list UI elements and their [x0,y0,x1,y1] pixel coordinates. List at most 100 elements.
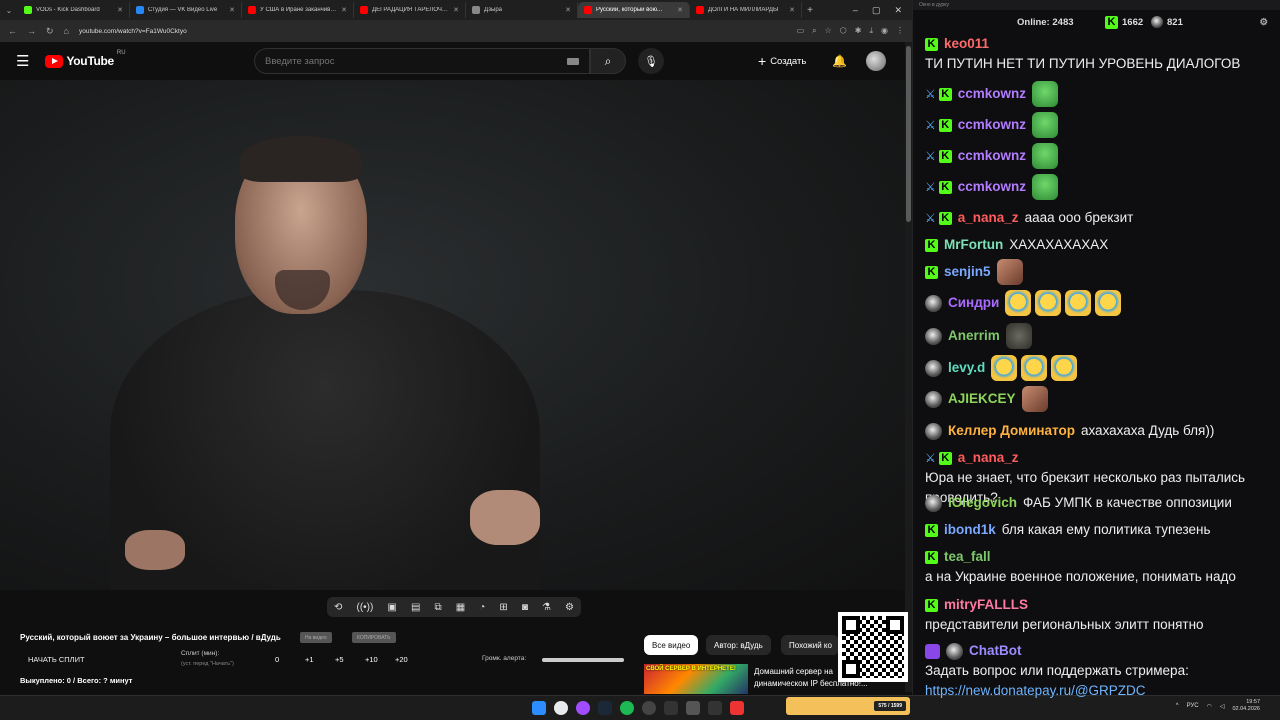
screenshot-camera-icon[interactable]: ◙ [522,602,528,613]
app-icon[interactable] [730,701,744,715]
home-icon[interactable]: ⌂ [64,26,69,36]
tab-close-icon[interactable]: ✕ [341,6,347,14]
chat-username[interactable]: ccmkownz [958,146,1026,166]
chip-all-videos[interactable]: Все видео [644,635,699,655]
audio-wave-icon[interactable]: ((•)) [357,602,374,613]
reload-icon[interactable]: ↻ [46,26,54,37]
chat-username[interactable]: Келлер Доминатор [948,421,1075,441]
cast-icon[interactable]: ▭ [797,26,805,36]
tray-chevron-icon[interactable]: ^ [1176,703,1179,709]
start-split-button[interactable]: НАЧАТЬ СПЛИТ [28,655,85,664]
obs-icon[interactable] [642,701,656,715]
browser-tab[interactable]: ДЕГРАДАЦИЯ ТАРЕЛОЧНИ... ✕ [354,2,466,18]
cinema-icon[interactable]: ▣ [387,602,396,613]
account-avatar[interactable] [866,51,886,71]
profile-icon[interactable]: ◉ [881,26,888,36]
chat-username[interactable]: AJIEKCEY [948,389,1016,409]
chat-username[interactable]: ccmkownz [958,84,1026,104]
tab-search-icon[interactable]: ⌄ [0,6,18,15]
hamburger-menu-icon[interactable]: ☰ [16,52,29,70]
steam-icon[interactable] [598,701,612,715]
tab-close-icon[interactable]: ✕ [117,6,123,14]
youtube-logo[interactable]: YouTube RU [45,50,126,68]
chat-username[interactable]: ChatBot [969,641,1022,661]
app-icon[interactable] [576,701,590,715]
picture-in-picture-icon[interactable]: ⧉ [434,602,441,613]
chip-author[interactable]: Автор: вДудь [706,635,771,655]
chat-username[interactable]: mitryFALLLS [944,595,1028,615]
chat-username[interactable]: IOlegovich [948,493,1017,513]
zoom-icon[interactable]: ⌕ [812,26,816,36]
bookmark-star-icon[interactable]: ☆ [825,26,832,36]
minimize-icon[interactable]: – [853,5,858,16]
chat-username[interactable]: MrFortun [944,235,1003,255]
loop-icon[interactable]: ⟲ [334,602,342,613]
app-icon[interactable] [708,701,722,715]
film-icon[interactable]: ▤ [411,602,420,613]
chat-username[interactable]: a_nana_z [958,208,1019,228]
maximize-icon[interactable]: ▢ [872,5,881,16]
clock[interactable]: 19:57 02.04.2026 [1232,699,1260,713]
chat-settings-gear-icon[interactable]: ⚙ [1259,17,1268,28]
browser-tab[interactable]: Русский, который вою... ✕ [578,2,690,18]
download-icon[interactable]: ⤓ [869,26,873,36]
notifications-bell-icon[interactable]: 🔔 [832,54,847,68]
split-plus-1[interactable]: +1 [305,655,335,664]
chat-username[interactable]: levy.d [948,358,985,378]
start-windows-icon[interactable] [532,701,546,715]
split-plus-20[interactable]: +20 [395,655,425,664]
video-player[interactable] [0,80,905,590]
extension-icon[interactable]: ⬡ [840,26,847,36]
app-icon[interactable] [686,701,700,715]
chat-username[interactable]: senjin5 [944,262,991,282]
menu-dots-icon[interactable]: ⋮ [896,26,904,36]
language-indicator[interactable]: РУС [1187,703,1199,709]
scrollbar-thumb[interactable] [906,46,911,222]
chat-username[interactable]: tea_fall [944,547,991,567]
tab-close-icon[interactable]: ✕ [229,6,235,14]
tab-close-icon[interactable]: ✕ [565,6,571,14]
chip-similar[interactable]: Похожий ко [781,635,839,655]
spotify-icon[interactable] [620,701,634,715]
forward-icon[interactable]: → [27,26,36,36]
voice-search-button[interactable]: 🎙 [638,48,664,74]
split-plus-5[interactable]: +5 [335,655,365,664]
chat-username[interactable]: Синдри [948,293,999,313]
split-plus-10[interactable]: +10 [365,655,395,664]
split-value-0[interactable]: 0 [275,655,305,664]
new-tab-button[interactable]: + [802,5,818,16]
subtitles-icon[interactable]: ▦ [456,602,465,613]
browser-tab[interactable]: У США в Иране заканчива... ✕ [242,2,354,18]
chat-username[interactable]: keo011 [944,34,989,54]
on-video-pill[interactable]: На видео [300,632,332,643]
settings-gear-icon[interactable]: ⚙ [565,602,574,613]
back-icon[interactable]: ← [8,26,17,36]
tab-close-icon[interactable]: ✕ [789,6,795,14]
add-icon[interactable]: ⊞ [499,602,507,613]
chat-username[interactable]: a_nana_z [958,448,1019,468]
volume-icon[interactable]: ◁ [1220,703,1225,710]
tab-close-icon[interactable]: ✕ [677,6,683,14]
recommended-video-thumbnail[interactable]: СВОЙ СЕРВЕР В ИНТЕРНЕТЕ! [644,664,748,694]
chat-username[interactable]: ibond1k [944,520,996,540]
url-field[interactable]: youtube.com/watch?v=Fa1Wu0Cktyo [79,28,787,35]
search-input[interactable] [265,55,567,67]
alert-volume-slider[interactable] [542,658,624,662]
app-icon[interactable] [664,701,678,715]
close-window-icon[interactable]: ✕ [894,5,902,16]
puzzle-icon[interactable]: ✱ [855,26,862,36]
browser-tab[interactable]: VODs - Kick Dashboard ✕ [18,2,130,18]
donate-link[interactable]: https://new.donatepay.ru/@GRPZDC [925,681,1146,701]
tab-close-icon[interactable]: ✕ [453,6,459,14]
chat-username[interactable]: ccmkownz [958,177,1026,197]
page-scrollbar[interactable] [905,42,912,692]
speed-icon[interactable]: ◔ [479,602,485,613]
keyboard-icon[interactable] [567,57,579,65]
browser-tab[interactable]: ДОЛГИ НА МИЛЛИАРДЫ ✕ [690,2,802,18]
chrome-icon[interactable] [554,701,568,715]
chat-username[interactable]: Anerrim [948,326,1000,346]
chat-username[interactable]: ccmkownz [958,115,1026,135]
create-button[interactable]: + Создать [758,53,806,69]
browser-tab[interactable]: Дзыра ✕ [466,2,578,18]
wifi-icon[interactable]: ◠ [1207,703,1212,710]
